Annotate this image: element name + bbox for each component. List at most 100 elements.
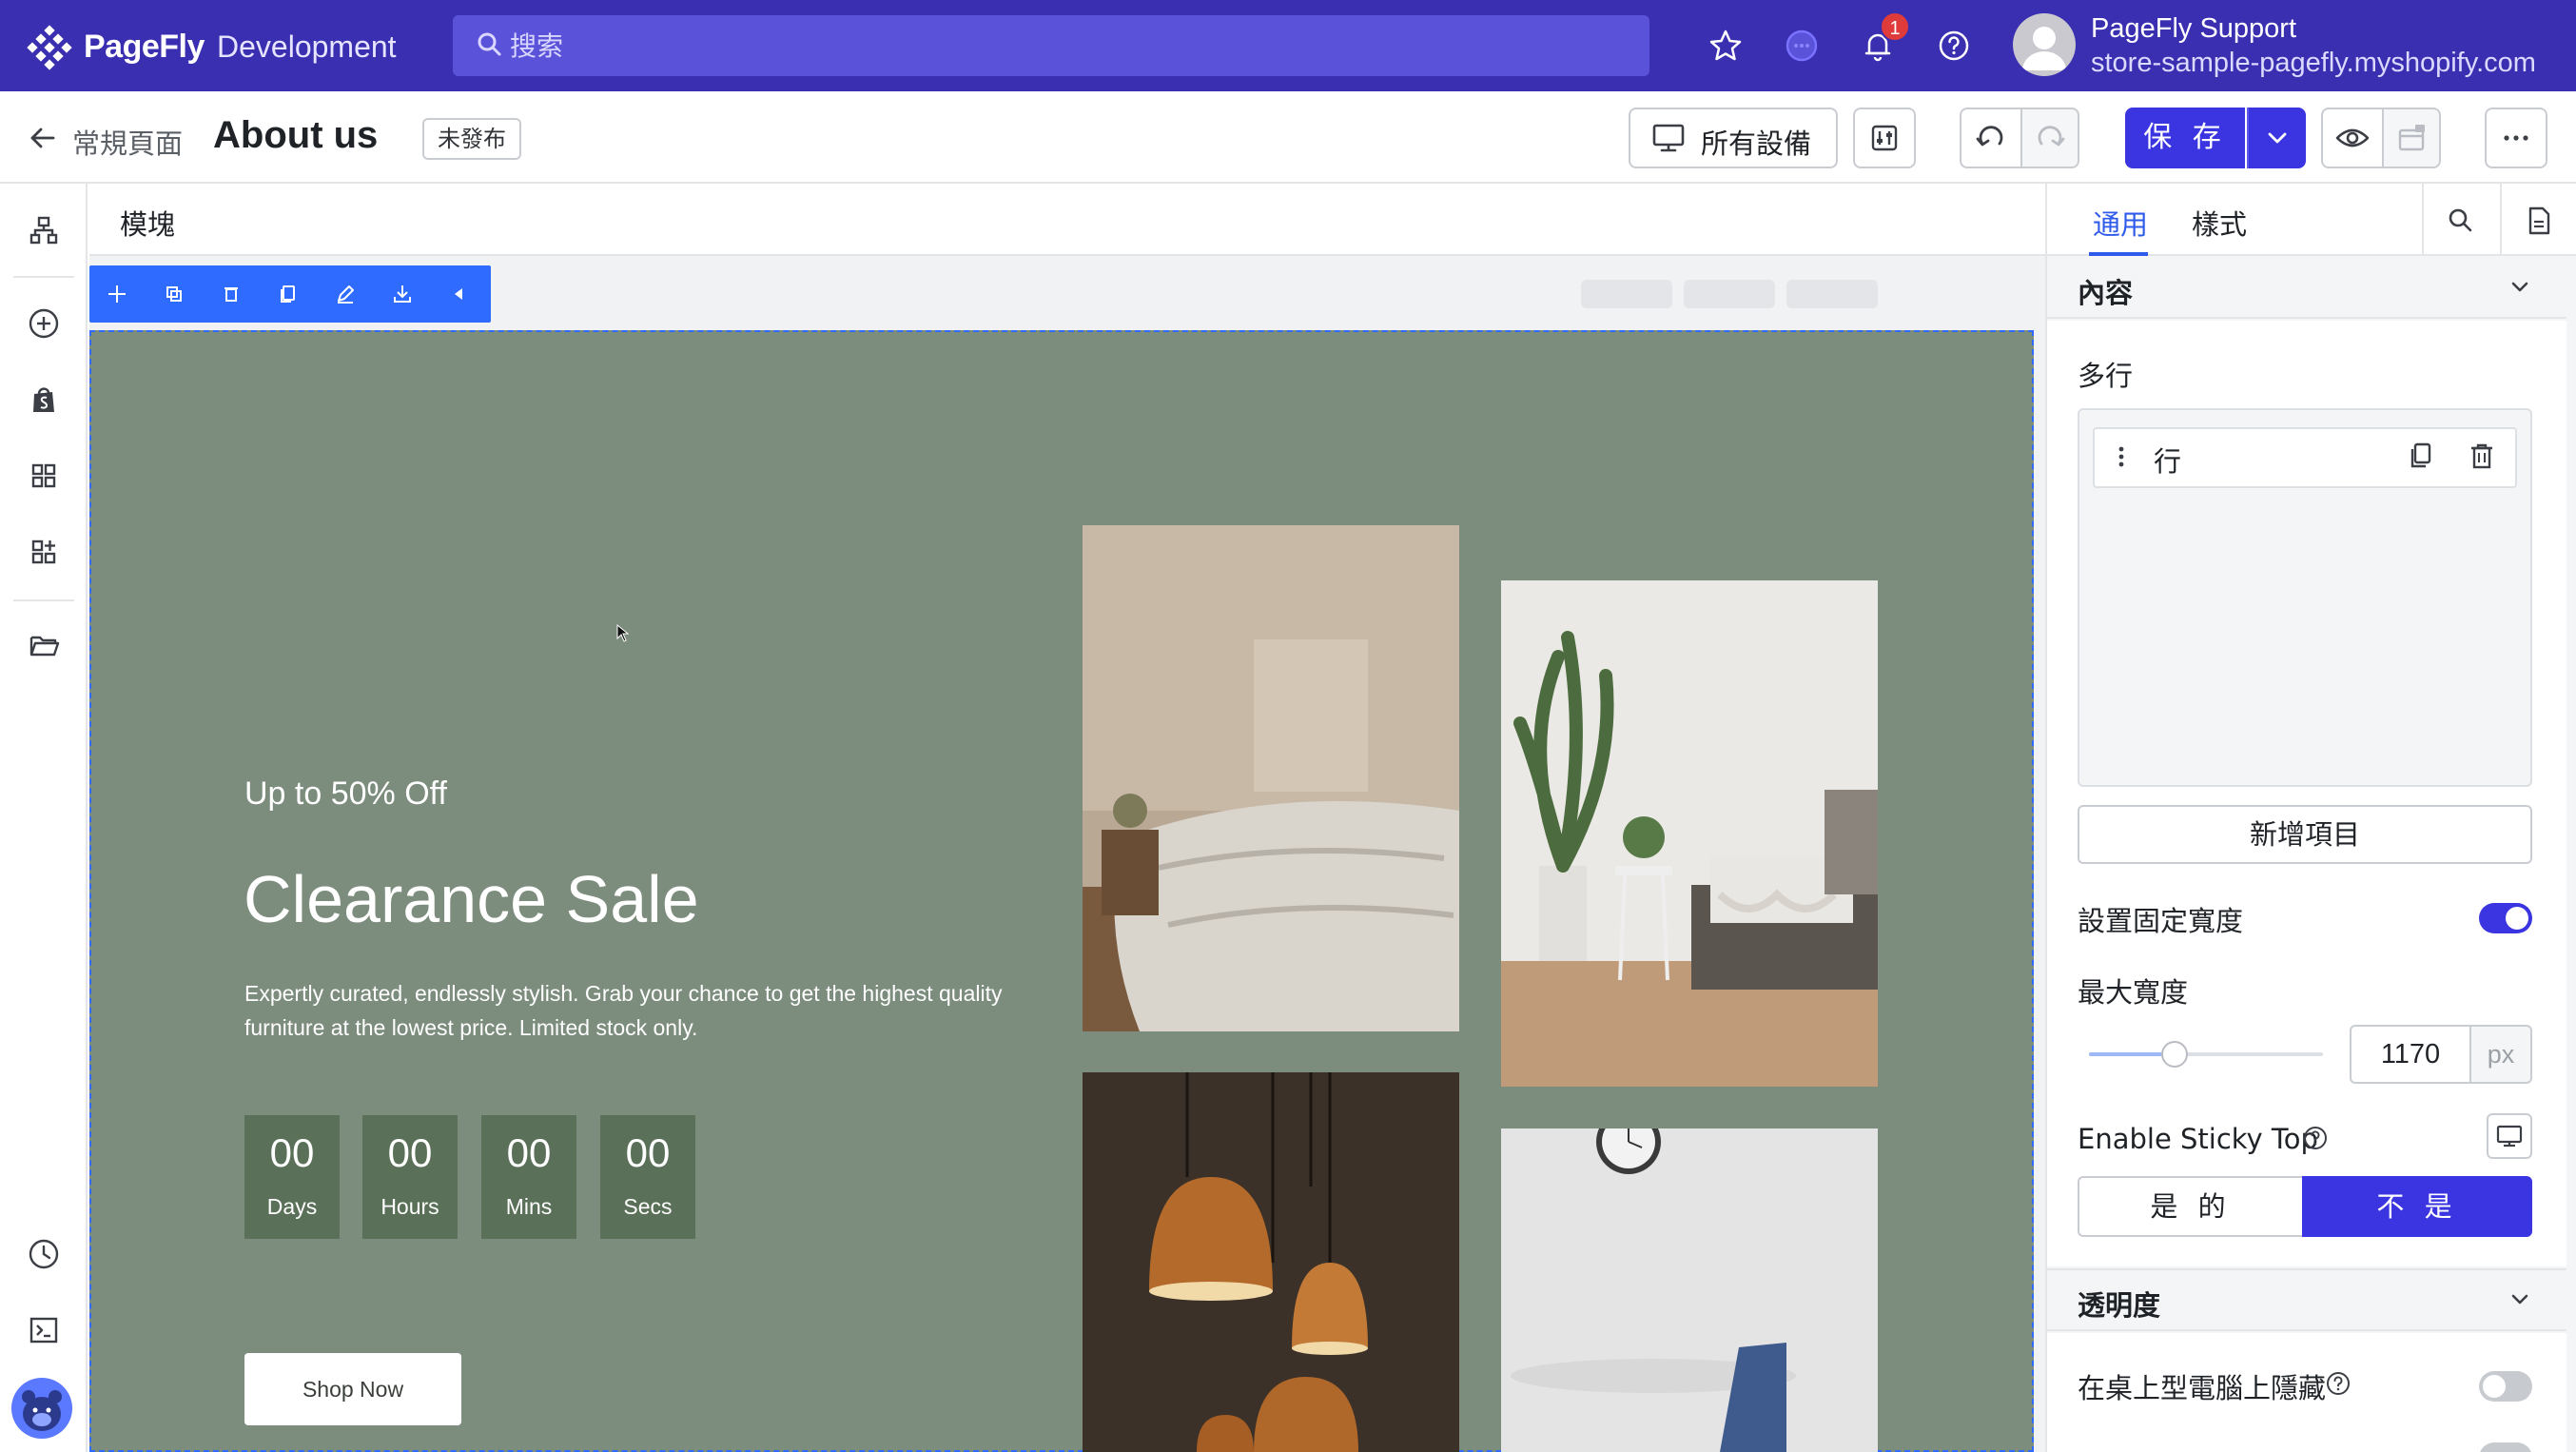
page-settings-button[interactable] xyxy=(1853,108,1916,168)
status-badge: 未發布 xyxy=(422,118,521,160)
tab-divider xyxy=(2500,184,2502,256)
redo-icon xyxy=(2038,126,2065,147)
pagefly-logo-icon[interactable] xyxy=(27,25,72,70)
desktop-icon xyxy=(2496,1125,2523,1148)
page-icon[interactable] xyxy=(2523,205,2555,237)
sticky-yes-option[interactable]: 是 的 xyxy=(2078,1176,2304,1237)
grid-icon[interactable] xyxy=(23,455,65,497)
save-button[interactable]: 保 存 xyxy=(2125,108,2245,168)
bedroom-image xyxy=(1083,525,1459,1031)
arrow-left-icon[interactable] xyxy=(25,120,61,156)
hero-description: Expertly curated, endlessly stylish. Gra… xyxy=(244,981,1003,1040)
undo-button[interactable] xyxy=(1960,108,2022,168)
clock-wall-photo[interactable] xyxy=(1501,1128,1878,1452)
placeholder-pill xyxy=(1786,280,1878,308)
drag-handle-icon[interactable] xyxy=(2114,441,2129,472)
account-store[interactable]: store-sample-pagefly.myshopify.com xyxy=(2091,48,2536,79)
preview-button[interactable] xyxy=(2321,108,2384,168)
hero-eyebrow: Up to 50% Off xyxy=(244,775,447,812)
user-avatar-icon xyxy=(2022,27,2066,70)
sitemap-icon[interactable] xyxy=(23,209,65,251)
max-width-input[interactable] xyxy=(2350,1025,2471,1084)
bear-mascot-icon xyxy=(22,1390,62,1431)
help-icon[interactable] xyxy=(2302,1125,2329,1151)
search-icon[interactable] xyxy=(2445,205,2477,237)
move-icon[interactable] xyxy=(103,280,131,308)
chevron-down-icon xyxy=(2268,132,2287,144)
avatar[interactable] xyxy=(2013,13,2076,76)
chat-icon[interactable] xyxy=(1781,25,1823,67)
pendant-lamps-photo[interactable] xyxy=(1083,1072,1459,1452)
duplicate-icon[interactable] xyxy=(160,280,188,308)
living-room-photo[interactable] xyxy=(1501,580,1878,1087)
bedroom-photo[interactable] xyxy=(1083,525,1459,1031)
redo-button[interactable] xyxy=(2020,108,2079,168)
mascot-avatar[interactable] xyxy=(11,1378,72,1439)
search-icon xyxy=(478,32,501,56)
download-icon[interactable] xyxy=(388,280,417,308)
publish-button[interactable] xyxy=(2382,108,2441,168)
slider-fill xyxy=(2089,1052,2173,1056)
history-icon[interactable] xyxy=(23,1233,65,1275)
section-label: 模塊 xyxy=(120,208,176,241)
clock-wall-image xyxy=(1501,1128,1878,1452)
hide-desktop-toggle[interactable] xyxy=(2479,1371,2532,1402)
countdown-mins-unit: Mins xyxy=(505,1194,553,1219)
breadcrumb[interactable]: 常規頁面 xyxy=(72,122,183,162)
copy-icon[interactable] xyxy=(274,280,302,308)
device-label: 所有設備 xyxy=(1701,128,1812,160)
search-input[interactable] xyxy=(510,15,1632,76)
countdown-secs-value: 00 xyxy=(625,1130,671,1175)
brand-name: PageFly xyxy=(84,29,205,65)
trash-icon[interactable] xyxy=(217,280,245,308)
star-icon[interactable] xyxy=(1705,25,1747,67)
help-icon[interactable] xyxy=(1933,25,1975,67)
slider-handle[interactable] xyxy=(2161,1041,2188,1068)
shopify-icon[interactable] xyxy=(23,379,65,421)
folder-icon[interactable] xyxy=(23,624,65,666)
duplicate-icon[interactable] xyxy=(2405,440,2437,472)
hero-title: Clearance Sale xyxy=(244,862,699,936)
chevron-down-icon[interactable] xyxy=(2506,1285,2534,1314)
countdown-secs-unit: Secs xyxy=(623,1194,673,1219)
fixed-width-label: 設置固定寬度 xyxy=(2078,905,2244,937)
account-name[interactable]: PageFly Support xyxy=(2091,13,2296,45)
countdown-hours-unit: Hours xyxy=(381,1194,439,1219)
save-options-button[interactable] xyxy=(2247,108,2306,168)
sticky-no-option[interactable]: 不 是 xyxy=(2302,1176,2532,1237)
help-icon[interactable] xyxy=(2325,1370,2352,1397)
countdown-days-unit: Days xyxy=(266,1194,318,1219)
terminal-icon[interactable] xyxy=(23,1309,65,1351)
grid-add-icon[interactable] xyxy=(23,531,65,573)
placeholder-pill xyxy=(1581,280,1672,308)
add-element-icon[interactable] xyxy=(23,303,65,344)
hide-laptop-toggle[interactable] xyxy=(2479,1442,2532,1452)
trash-icon[interactable] xyxy=(2466,440,2498,472)
notification-badge: 1 xyxy=(1880,11,1910,42)
shop-now-button[interactable]: Shop Now xyxy=(244,1353,461,1425)
fixed-width-toggle[interactable] xyxy=(2479,903,2532,933)
countdown-mins-value: 00 xyxy=(506,1130,552,1175)
more-horizontal-icon xyxy=(2504,135,2528,141)
countdown-days-value: 00 xyxy=(269,1130,315,1175)
sticky-device-button[interactable] xyxy=(2487,1113,2532,1159)
desktop-icon xyxy=(1652,124,1685,152)
collapse-left-icon[interactable] xyxy=(445,280,474,308)
rail-divider xyxy=(13,599,74,601)
chevron-down-icon[interactable] xyxy=(2506,273,2534,302)
pen-icon[interactable] xyxy=(331,280,360,308)
page-title: About us xyxy=(213,114,379,156)
rows-label: 多行 xyxy=(2078,360,2134,392)
tab-style[interactable]: 樣式 xyxy=(2192,203,2247,243)
toggle-knob xyxy=(2506,907,2528,930)
more-options-button[interactable] xyxy=(2485,108,2547,168)
publish-icon xyxy=(2398,125,2425,151)
tab-general[interactable]: 通用 xyxy=(2093,203,2148,243)
eye-icon xyxy=(2335,128,2370,147)
list-item-label: 行 xyxy=(2154,445,2182,478)
add-item-button[interactable]: 新增項目 xyxy=(2078,805,2532,864)
section-header xyxy=(89,184,2045,256)
living-room-image xyxy=(1501,580,1878,1087)
tab-divider xyxy=(2422,184,2424,256)
max-width-label: 最大寬度 xyxy=(2078,976,2189,1009)
